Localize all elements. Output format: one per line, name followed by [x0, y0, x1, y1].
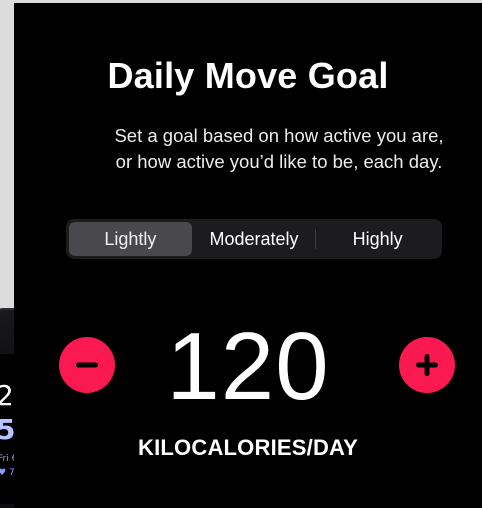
segment-lightly[interactable]: Lightly	[69, 222, 192, 256]
plus-icon	[416, 354, 438, 376]
page-subtitle: Set a goal based on how active you are, …	[54, 123, 482, 175]
goal-units: KILOCALORIES/DAY	[138, 435, 358, 460]
subtitle-line-1: Set a goal based on how active you are,	[114, 125, 444, 146]
phone-screen: Daily Move Goal Set a goal based on how …	[14, 3, 482, 508]
activity-level-segmented-control: Lightly Moderately Highly	[66, 219, 442, 259]
screenshot-stage: 2 58 Fri 6 21 ♥ 73 Daily Move Goal Set a…	[0, 0, 482, 508]
page-title: Daily Move Goal	[107, 55, 389, 96]
subtitle-line-2: or how active you’d like to be, each day…	[115, 151, 443, 172]
segment-highly[interactable]: Highly	[316, 222, 439, 256]
segment-moderately[interactable]: Moderately	[193, 222, 316, 256]
watch-hour: 2	[0, 379, 14, 412]
increase-goal-button[interactable]	[399, 337, 455, 393]
